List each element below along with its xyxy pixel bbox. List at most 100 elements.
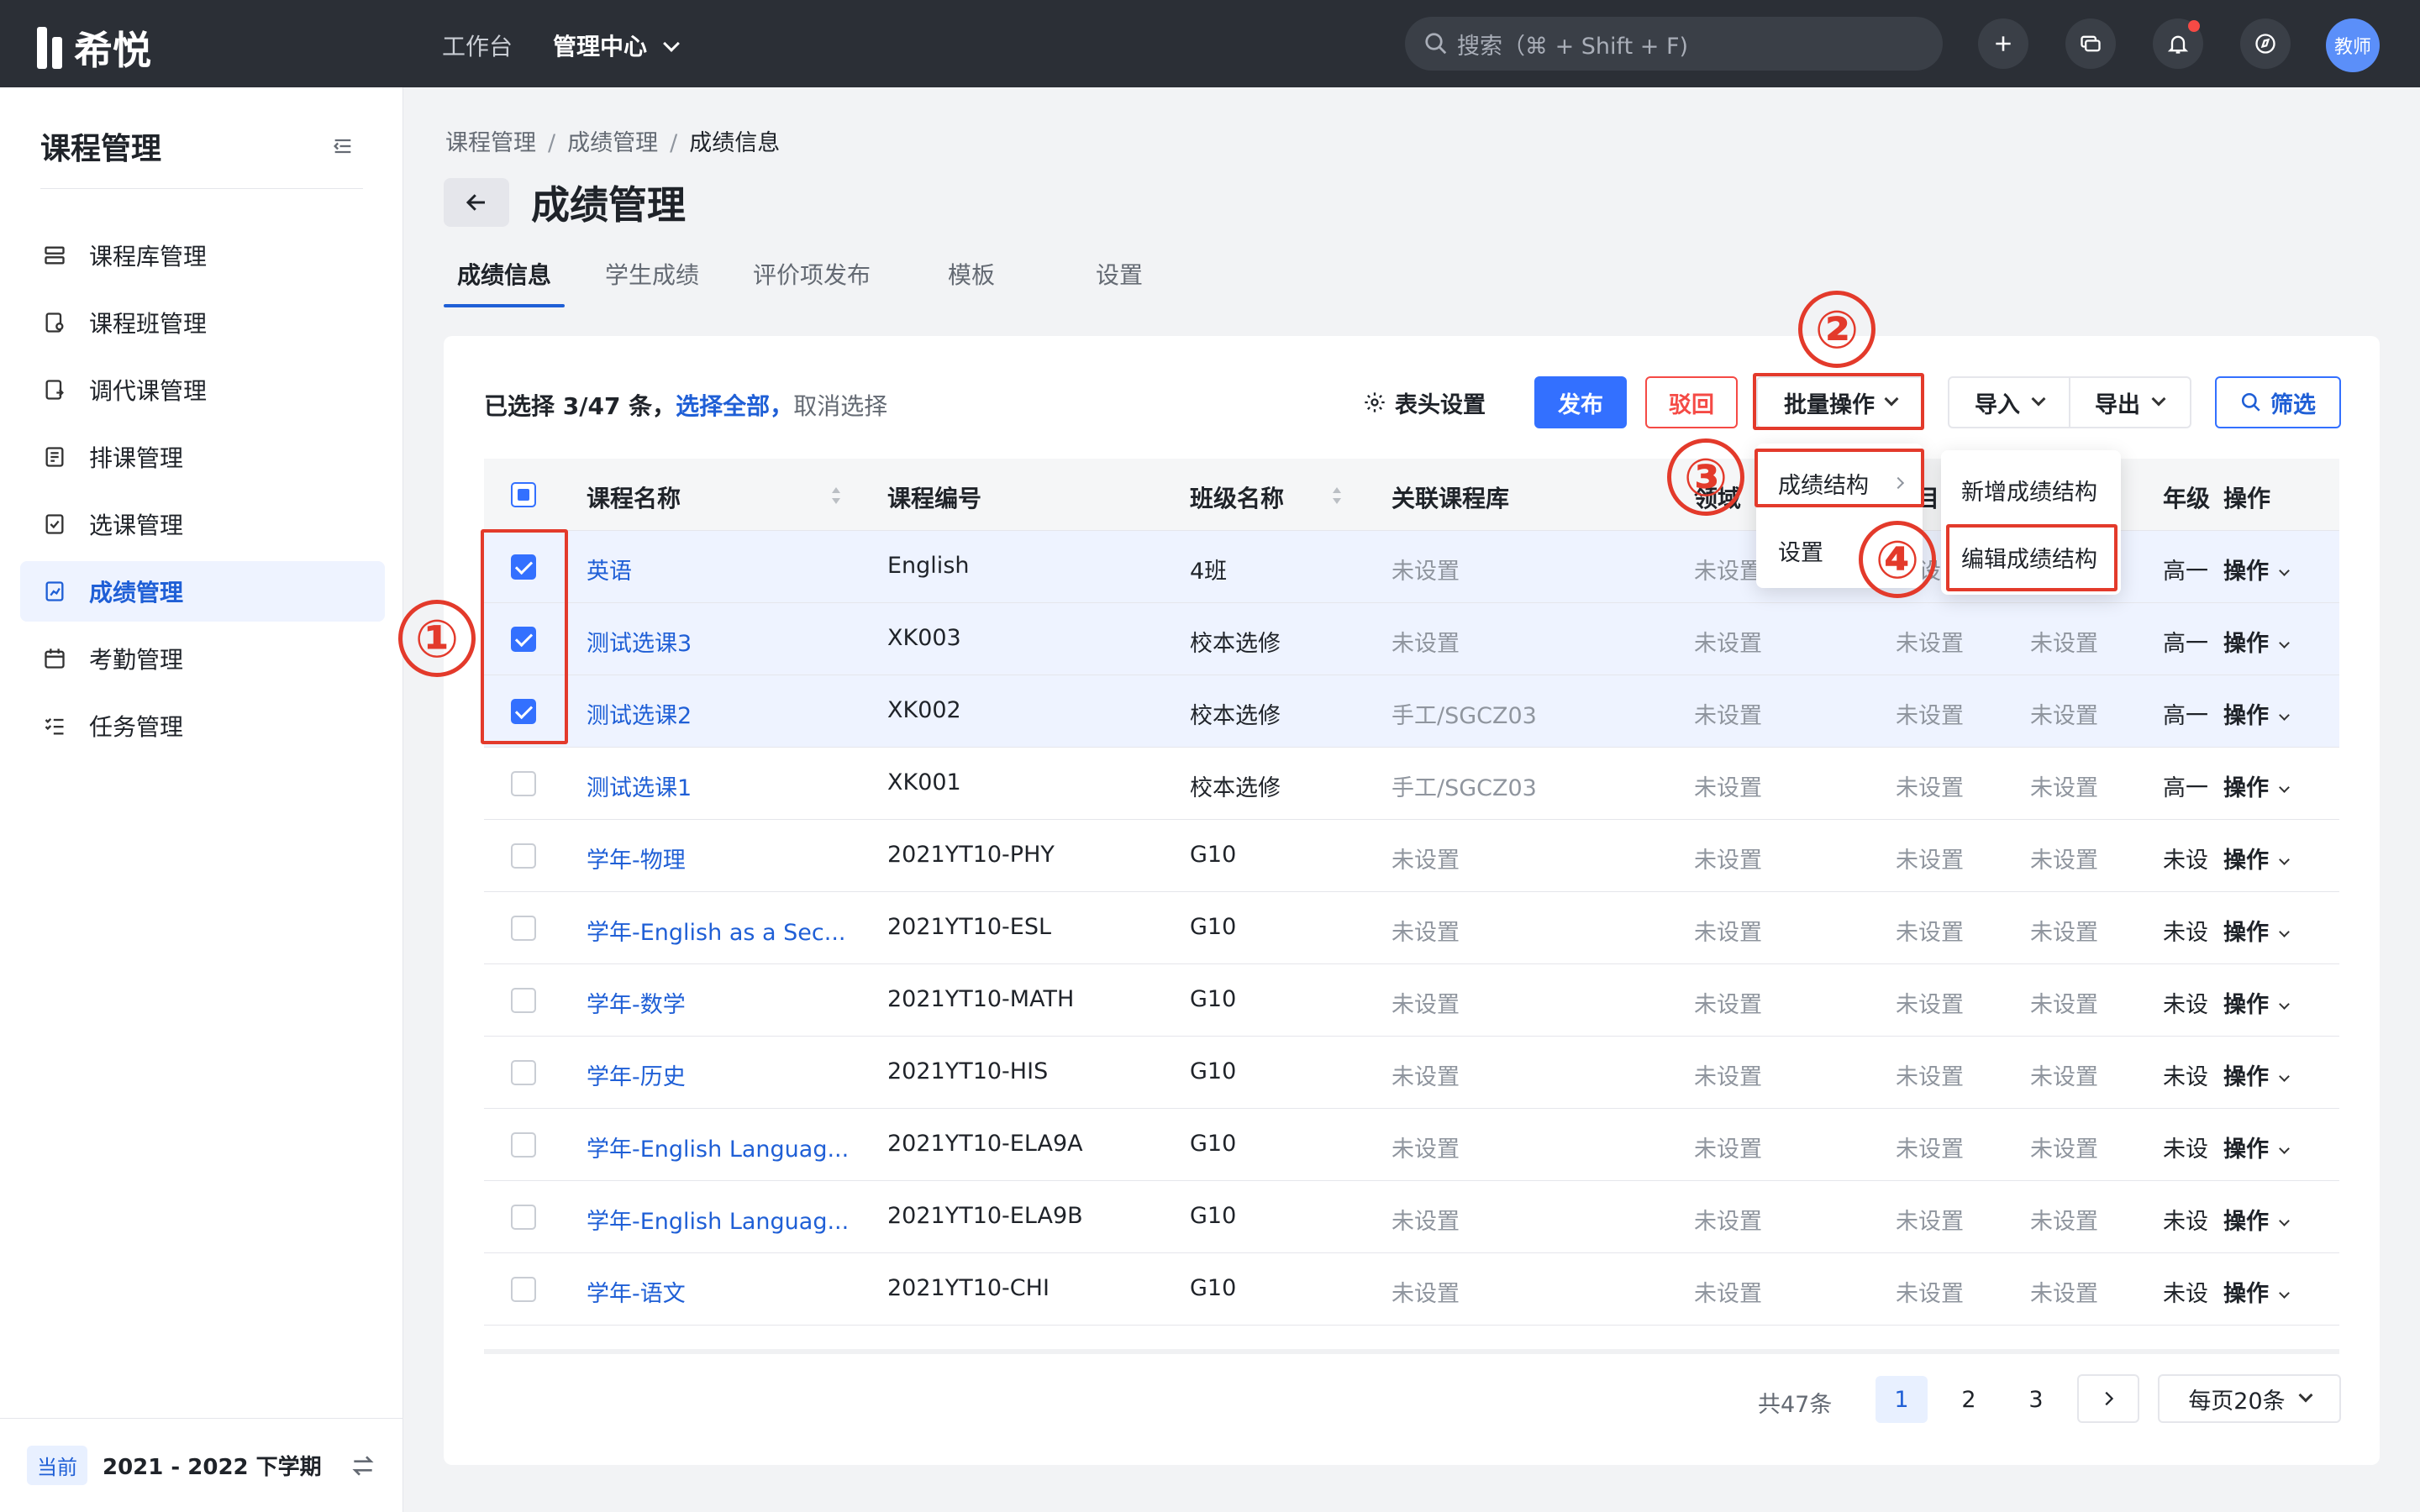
- sidebar-item-label: 排课管理: [89, 444, 184, 472]
- menu-item-add-grade-structure[interactable]: 新增成绩结构: [1941, 457, 2121, 522]
- cell-course-name[interactable]: 测试选课3: [587, 625, 692, 658]
- row-checkbox[interactable]: [511, 988, 536, 1013]
- menu-item-edit-grade-structure[interactable]: 编辑成绩结构: [1941, 524, 2121, 590]
- cell-course-name[interactable]: 学年-数学: [587, 986, 686, 1019]
- page-2-button[interactable]: 2: [1943, 1376, 1995, 1423]
- app-logo[interactable]: 希悦: [37, 20, 151, 76]
- cell-course-name[interactable]: 学年-English Languag...: [587, 1131, 849, 1163]
- cell-course-name[interactable]: 英语: [587, 553, 632, 585]
- cell-course-name[interactable]: 学年-语文: [587, 1275, 686, 1308]
- add-button[interactable]: [1978, 18, 2028, 69]
- cell-course-name[interactable]: 学年-English Languag...: [587, 1203, 849, 1236]
- filter-button[interactable]: 筛选: [2215, 376, 2341, 428]
- row-actions-dropdown[interactable]: 操作: [2223, 986, 2290, 1019]
- cancel-selection-link[interactable]: 取消选择: [793, 392, 887, 420]
- nav-admin-center[interactable]: 管理中心: [553, 29, 680, 62]
- cell-course-name[interactable]: 学年-物理: [587, 842, 686, 874]
- row-checkbox[interactable]: [511, 699, 536, 724]
- row-checkbox[interactable]: [511, 1060, 536, 1085]
- select-all-checkbox[interactable]: [511, 482, 536, 507]
- page-1-button[interactable]: 1: [1876, 1376, 1928, 1423]
- row-checkbox[interactable]: [511, 771, 536, 796]
- row-checkbox[interactable]: [511, 627, 536, 652]
- page-size-select[interactable]: 每页20条: [2158, 1374, 2341, 1423]
- chevron-right-icon: [1891, 476, 1905, 490]
- reject-button[interactable]: 驳回: [1645, 376, 1738, 428]
- row-actions-dropdown[interactable]: 操作: [2223, 553, 2290, 585]
- avatar[interactable]: 教师: [2326, 18, 2380, 72]
- menu-item-label: 成绩结构: [1778, 472, 1869, 499]
- cell-course-name[interactable]: 测试选课2: [587, 697, 692, 730]
- chevron-down-icon: [2279, 638, 2290, 648]
- row-actions-dropdown[interactable]: 操作: [2223, 1203, 2290, 1236]
- row-actions-label: 操作: [2223, 775, 2269, 801]
- chevron-down-icon: [2279, 1215, 2290, 1226]
- select-all-link[interactable]: 选择全部，: [676, 392, 793, 420]
- tab-settings[interactable]: 设置: [1096, 257, 1143, 291]
- switch-icon[interactable]: [350, 1452, 376, 1483]
- sidebar-item-substitution[interactable]: 调代课管理: [20, 360, 385, 420]
- sidebar-item-course-library[interactable]: 课程库管理: [20, 225, 385, 286]
- messages-button[interactable]: [2065, 18, 2116, 69]
- sidebar-item-label: 调代课管理: [89, 377, 208, 405]
- help-button[interactable]: [2240, 18, 2291, 69]
- row-checkbox[interactable]: [511, 843, 536, 869]
- term-selector[interactable]: 当前 2021 - 2022 下学期: [0, 1418, 403, 1512]
- row-checkbox[interactable]: [511, 916, 536, 941]
- check-doc-icon: [40, 510, 69, 538]
- sidebar-item-label: 任务管理: [89, 713, 184, 741]
- menu-item-label: 新增成绩结构: [1961, 479, 2097, 506]
- sidebar-item-course-selection[interactable]: 选课管理: [20, 494, 385, 554]
- menu-item-grade-structure[interactable]: 成绩结构: [1756, 450, 1923, 516]
- cell-course-name[interactable]: 学年-English as a Sec...: [587, 914, 845, 947]
- tab-evaluation-publish[interactable]: 评价项发布: [753, 257, 871, 291]
- import-button[interactable]: 导入: [1948, 376, 2070, 428]
- row-actions-dropdown[interactable]: 操作: [2223, 1058, 2290, 1091]
- nav-workbench[interactable]: 工作台: [442, 29, 513, 62]
- page-3-button[interactable]: 3: [2010, 1376, 2062, 1423]
- tab-templates[interactable]: 模板: [948, 257, 995, 291]
- collapse-sidebar-button[interactable]: [331, 134, 355, 161]
- cell-extra: 未设置: [2030, 1209, 2098, 1235]
- row-actions-dropdown[interactable]: 操作: [2223, 1275, 2290, 1308]
- sidebar-item-scheduling[interactable]: 排课管理: [20, 427, 385, 487]
- cell-domain: 未设置: [1694, 848, 1762, 874]
- export-button[interactable]: 导出: [2069, 376, 2191, 428]
- tab-student-grades[interactable]: 学生成绩: [605, 257, 699, 291]
- row-actions-dropdown[interactable]: 操作: [2223, 1131, 2290, 1163]
- horizontal-scrollbar[interactable]: [484, 1349, 2339, 1354]
- search-input[interactable]: 搜索（⌘ + Shift + F): [1405, 17, 1943, 71]
- batch-operations-button[interactable]: 批量操作: [1756, 376, 1924, 428]
- back-button[interactable]: [444, 178, 509, 227]
- cell-course-name[interactable]: 学年-历史: [587, 1058, 686, 1091]
- header-settings-button[interactable]: 表头设置: [1353, 376, 1496, 428]
- publish-button[interactable]: 发布: [1534, 376, 1627, 428]
- row-checkbox[interactable]: [511, 1205, 536, 1230]
- annotation-step-1: ①: [398, 600, 476, 677]
- breadcrumb-item[interactable]: 成绩管理: [567, 130, 658, 156]
- next-page-button[interactable]: [2077, 1374, 2139, 1423]
- sidebar-item-attendance[interactable]: 考勤管理: [20, 628, 385, 689]
- sort-icon[interactable]: [1331, 486, 1343, 506]
- table-row: 学年-数学 2021YT10-MATH G10 未设置 未设置 未设置 未设置 未设 操作: [484, 964, 2339, 1037]
- breadcrumb-item[interactable]: 课程管理: [445, 130, 536, 156]
- row-checkbox[interactable]: [511, 1132, 536, 1158]
- row-actions-label: 操作: [2223, 1281, 2269, 1307]
- sidebar-item-grades[interactable]: 成绩管理: [20, 561, 385, 622]
- sort-icon[interactable]: [830, 486, 842, 506]
- row-actions-dropdown[interactable]: 操作: [2223, 842, 2290, 874]
- sidebar-item-course-class[interactable]: 课程班管理: [20, 292, 385, 353]
- row-actions-dropdown[interactable]: 操作: [2223, 769, 2290, 802]
- row-actions-dropdown[interactable]: 操作: [2223, 625, 2290, 658]
- row-checkbox[interactable]: [511, 554, 536, 580]
- cell-course-name[interactable]: 测试选课1: [587, 769, 692, 802]
- notifications-button[interactable]: [2153, 18, 2203, 69]
- sidebar-item-tasks[interactable]: 任务管理: [20, 696, 385, 756]
- pagination-total: 共47条: [1758, 1392, 1833, 1418]
- row-actions-dropdown[interactable]: 操作: [2223, 914, 2290, 947]
- tab-grade-info[interactable]: 成绩信息: [457, 257, 551, 291]
- batch-operations-label: 批量操作: [1784, 391, 1875, 418]
- export-label: 导出: [2095, 391, 2140, 418]
- row-checkbox[interactable]: [511, 1277, 536, 1302]
- row-actions-dropdown[interactable]: 操作: [2223, 697, 2290, 730]
